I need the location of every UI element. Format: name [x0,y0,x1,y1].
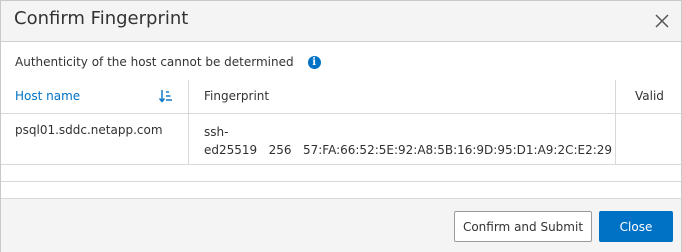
column-divider [615,80,616,113]
fingerprint-cell: ssh- ed25519 256 57:FA:66:52:5E:92:A8:5B… [204,123,612,159]
column-header-valid[interactable]: Valid [635,89,664,103]
fingerprint-table: Host name Fingerprint Valid psql01.sddc.… [1,80,681,165]
column-divider [188,80,189,113]
table-row[interactable]: psql01.sddc.netapp.com ssh- ed25519 256 … [1,114,681,165]
dialog-footer: Confirm and Submit Close [1,198,681,252]
column-header-fingerprint[interactable]: Fingerprint [204,89,269,103]
close-button[interactable]: Close [599,211,673,242]
table-bottom-border [1,181,681,182]
fingerprint-line-1: ssh- [204,125,229,139]
column-header-host-name[interactable]: Host name [15,89,80,103]
column-divider [615,114,616,164]
dialog-header: Confirm Fingerprint [1,1,681,42]
fingerprint-line-2: ed25519 256 57:FA:66:52:5E:92:A8:5B:16:9… [204,143,613,157]
info-icon[interactable]: i [307,55,321,69]
confirm-fingerprint-dialog: Confirm Fingerprint Authenticity of the … [0,0,682,252]
column-divider [188,114,189,164]
dialog-title: Confirm Fingerprint [14,8,189,29]
table-header: Host name Fingerprint Valid [1,80,681,114]
confirm-and-submit-button[interactable]: Confirm and Submit [454,211,592,242]
subtitle-row: Authenticity of the host cannot be deter… [15,52,321,72]
sort-ascending-icon[interactable] [158,88,173,104]
host-name-cell: psql01.sddc.netapp.com [15,123,163,137]
authenticity-message: Authenticity of the host cannot be deter… [15,55,294,69]
close-icon[interactable] [651,10,673,32]
